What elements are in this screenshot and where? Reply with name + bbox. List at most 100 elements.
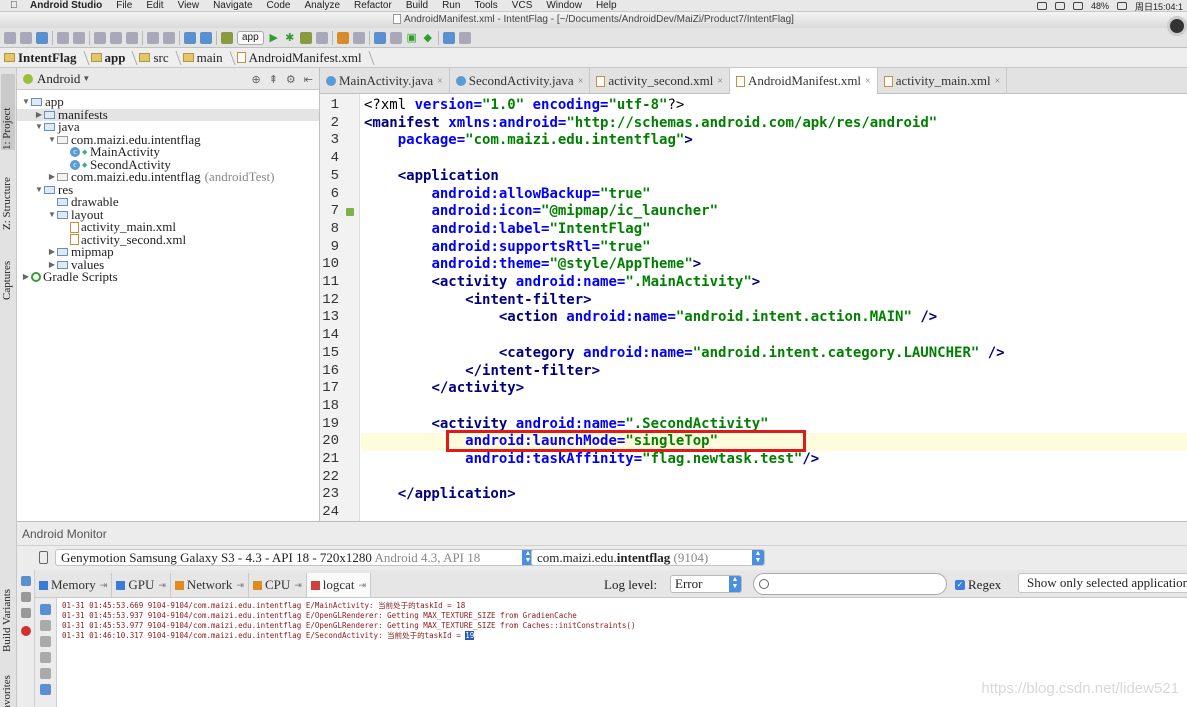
wifi-icon[interactable] bbox=[1116, 2, 1127, 10]
cut-icon[interactable] bbox=[94, 31, 106, 44]
help-icon[interactable] bbox=[442, 31, 455, 44]
editor-tab[interactable]: activity_second.xml × bbox=[590, 68, 731, 94]
app-tray-icon[interactable] bbox=[1054, 2, 1065, 10]
pin-icon[interactable]: ⇥ bbox=[236, 580, 244, 591]
expanded-arrow-icon[interactable]: ▼ bbox=[47, 134, 57, 147]
avd-manager-icon[interactable] bbox=[389, 31, 402, 44]
breadcrumb-item-manifest[interactable]: AndroidManifest.xml bbox=[233, 48, 372, 68]
project-structure-icon[interactable] bbox=[336, 31, 349, 44]
logcat-search-input[interactable] bbox=[774, 577, 939, 591]
app-menu-name[interactable]: Android Studio bbox=[30, 0, 102, 11]
menu-analyze[interactable]: Analyze bbox=[304, 0, 340, 11]
bluetooth-icon[interactable] bbox=[1072, 2, 1083, 10]
expanded-arrow-icon[interactable]: ▼ bbox=[34, 121, 44, 134]
menu-navigate[interactable]: Navigate bbox=[213, 0, 252, 11]
editor-tab[interactable]: SecondActivity.java × bbox=[450, 68, 591, 94]
log-level-select[interactable]: Error ▲ ▼ bbox=[670, 575, 742, 593]
menu-code[interactable]: Code bbox=[267, 0, 291, 11]
collapsed-arrow-icon[interactable]: ▶ bbox=[34, 109, 44, 122]
collapsed-arrow-icon[interactable]: ▶ bbox=[47, 171, 57, 184]
collapsed-arrow-icon[interactable]: ▶ bbox=[47, 246, 57, 259]
chevron-down-icon[interactable]: ▼ bbox=[82, 74, 90, 83]
regex-checkbox[interactable]: ✓ bbox=[955, 580, 965, 590]
gear-icon[interactable]: ⚙ bbox=[286, 73, 296, 86]
scroll-down-icon[interactable] bbox=[40, 636, 51, 647]
tab-captures[interactable]: Captures bbox=[1, 236, 15, 300]
tab-build-variants[interactable]: Build Variants bbox=[1, 564, 15, 652]
close-icon[interactable]: × bbox=[717, 76, 723, 87]
menu-vcs[interactable]: VCS bbox=[512, 0, 533, 11]
redo-icon[interactable] bbox=[73, 31, 85, 44]
tab-structure[interactable]: Z: Structure bbox=[1, 154, 15, 230]
copy-icon[interactable] bbox=[110, 31, 122, 44]
tree-item[interactable]: activity_second.xml bbox=[17, 233, 319, 247]
sync-icon[interactable] bbox=[36, 31, 48, 44]
terminate-app-icon[interactable] bbox=[21, 626, 31, 636]
code-editor[interactable]: 1 2 3 4 5 6 7 8 9 10 11 12 13 14 15 16 17 18 19 20 21 22 23 24 … bbox=[320, 94, 1187, 521]
expanded-arrow-icon[interactable]: ▼ bbox=[21, 96, 31, 109]
monitor-tab-gpu[interactable]: GPU ⇥ bbox=[112, 573, 171, 597]
scroll-up-icon[interactable] bbox=[40, 620, 51, 631]
menu-build[interactable]: Build bbox=[406, 0, 428, 11]
make-project-icon[interactable] bbox=[221, 31, 233, 44]
menu-tools[interactable]: Tools bbox=[474, 0, 497, 11]
editor-tab[interactable]: AndroidManifest.xml × bbox=[730, 68, 878, 94]
open-icon[interactable] bbox=[4, 31, 16, 44]
apple-icon[interactable]:  bbox=[10, 0, 22, 11]
avatar[interactable] bbox=[1167, 16, 1187, 36]
menu-window[interactable]: Window bbox=[546, 0, 582, 11]
sdk-manager-icon[interactable]: ▣ bbox=[406, 32, 418, 44]
collapsed-arrow-icon[interactable]: ▶ bbox=[21, 271, 31, 284]
system-info-icon[interactable] bbox=[21, 608, 31, 618]
android-monitor-icon[interactable]: ◆ bbox=[422, 32, 434, 44]
genymotion-icon[interactable] bbox=[458, 31, 471, 44]
expanded-arrow-icon[interactable]: ▼ bbox=[34, 184, 44, 197]
editor-tab[interactable]: MainActivity.java × bbox=[320, 68, 450, 94]
menu-view[interactable]: View bbox=[178, 0, 200, 11]
stop-icon[interactable] bbox=[315, 31, 328, 44]
menu-edit[interactable]: Edit bbox=[146, 0, 163, 11]
debug-icon[interactable]: ✱ bbox=[284, 32, 296, 44]
collapse-all-icon[interactable]: ⇞ bbox=[269, 73, 278, 86]
tab-project[interactable]: 1: Project bbox=[1, 74, 15, 150]
monitor-tab-memory[interactable]: Memory ⇥ bbox=[35, 573, 113, 597]
pin-icon[interactable]: ⇥ bbox=[100, 580, 108, 591]
paste-icon[interactable] bbox=[126, 31, 138, 44]
editor-tab[interactable]: activity_main.xml × bbox=[878, 68, 1008, 94]
save-all-icon[interactable] bbox=[20, 31, 32, 44]
menu-help[interactable]: Help bbox=[596, 0, 617, 11]
scroll-from-source-icon[interactable]: ⊕ bbox=[251, 73, 260, 86]
project-view-mode-select[interactable]: Android bbox=[37, 71, 80, 87]
menu-refactor[interactable]: Refactor bbox=[354, 0, 392, 11]
breadcrumb-item-main[interactable]: main bbox=[179, 48, 233, 68]
monitor-tab-cpu[interactable]: CPU ⇥ bbox=[249, 573, 307, 597]
gradle-sync-icon[interactable] bbox=[373, 31, 386, 44]
find-icon[interactable] bbox=[147, 31, 159, 44]
layout-inspector-icon[interactable] bbox=[352, 31, 365, 44]
monitor-tab-network[interactable]: Network ⇥ bbox=[171, 573, 249, 597]
close-icon[interactable]: × bbox=[865, 76, 871, 87]
tree-item[interactable]: drawable bbox=[17, 195, 319, 209]
run-config-select[interactable]: app bbox=[237, 30, 264, 45]
pin-icon[interactable]: ⇥ bbox=[158, 580, 166, 591]
breadcrumb-item-app[interactable]: app bbox=[87, 48, 136, 68]
undo-icon[interactable] bbox=[57, 31, 69, 44]
forward-icon[interactable] bbox=[200, 31, 212, 44]
breadcrumb-item-project[interactable]: IntentFlag bbox=[0, 48, 87, 68]
record-icon[interactable] bbox=[21, 592, 31, 602]
print-icon[interactable] bbox=[40, 668, 51, 679]
device-select[interactable]: Genymotion Samsung Galaxy S3 - 4.3 - API… bbox=[55, 549, 535, 566]
tree-item[interactable]: ▼ res bbox=[17, 183, 319, 197]
pin-icon[interactable]: ⇥ bbox=[294, 580, 302, 591]
replace-icon[interactable] bbox=[163, 31, 175, 44]
filter-select[interactable]: Show only selected application bbox=[1018, 573, 1187, 593]
pin-icon[interactable]: ⇥ bbox=[359, 580, 367, 591]
restart-icon[interactable] bbox=[40, 684, 51, 695]
close-icon[interactable]: × bbox=[437, 76, 443, 87]
tab-favorites[interactable]: Favorites bbox=[1, 666, 15, 707]
close-icon[interactable]: × bbox=[578, 76, 584, 87]
soft-wrap-icon[interactable] bbox=[40, 652, 51, 663]
back-icon[interactable] bbox=[184, 31, 196, 44]
screenshot-icon[interactable] bbox=[21, 576, 31, 586]
expanded-arrow-icon[interactable]: ▼ bbox=[47, 209, 57, 222]
